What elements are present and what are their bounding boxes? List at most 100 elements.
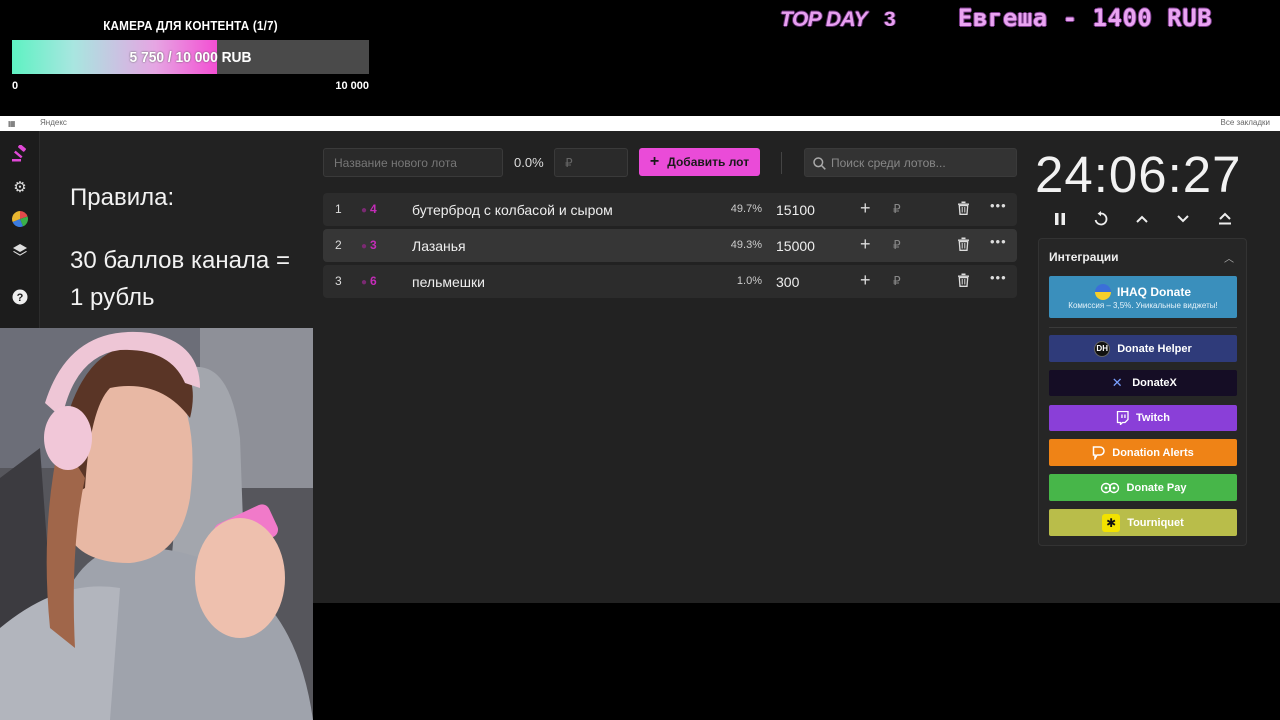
plus-icon: + <box>649 153 660 170</box>
integrations-title: Интеграции <box>1049 250 1119 264</box>
votes-icon: ● <box>361 241 368 252</box>
goal-title: КАМЕРА ДЛЯ КОНТЕНТА (1/7) <box>103 18 278 33</box>
lot-currency[interactable]: ₽ <box>893 274 901 288</box>
goal-max: 10 000 <box>335 80 369 92</box>
lot-currency[interactable]: ₽ <box>893 202 901 216</box>
lot-votes: ● 3 <box>361 238 377 252</box>
auction-timer: 24:06:27 <box>1035 146 1242 203</box>
help-icon[interactable]: ? <box>8 285 32 309</box>
webcam-video <box>0 328 313 720</box>
chevron-up-icon[interactable] <box>1132 209 1152 229</box>
lot-votes: ● 4 <box>361 202 377 216</box>
reset-icon[interactable] <box>1091 209 1111 229</box>
add-lot-button[interactable]: + Добавить лот <box>639 148 760 176</box>
lot-votes: ● 6 <box>361 274 377 288</box>
top-day-rank: 3 <box>884 8 896 31</box>
goal-progress-bar: 5 750 / 10 000 RUB <box>12 40 369 74</box>
twitch-icon <box>1116 411 1129 425</box>
lot-number: 2 <box>335 238 342 252</box>
all-bookmarks[interactable]: Все закладки <box>1221 118 1270 127</box>
ihaq-subtitle: Комиссия – 3,5%. Уникальные виджеты! <box>1068 301 1218 310</box>
rules-title: Правила: <box>70 184 175 211</box>
lot-number: 3 <box>335 274 342 288</box>
donate-helper-icon: DH <box>1094 340 1111 357</box>
lot-sum[interactable]: 300 <box>776 274 799 290</box>
tourniquet-label: Tourniquet <box>1127 516 1184 529</box>
layers-icon[interactable] <box>8 239 32 263</box>
lot-share: 49.3% <box>730 239 762 251</box>
votes-icon: ● <box>361 205 368 216</box>
trash-icon[interactable] <box>957 273 970 290</box>
integrations-panel: Интеграции ︿ IHAQ Donate Комиссия – 3,5%… <box>1038 238 1247 546</box>
donation-alerts-button[interactable]: Donation Alerts <box>1049 439 1237 466</box>
more-icon[interactable]: ••• <box>990 234 1007 249</box>
lot-currency[interactable]: ₽ <box>893 238 901 252</box>
collapse-caret-icon[interactable]: ︿ <box>1224 250 1234 265</box>
ihaq-label: IHAQ Donate <box>1116 285 1191 299</box>
donate-pay-label: Donate Pay <box>1126 481 1187 494</box>
auction-gavel-icon[interactable] <box>8 142 32 166</box>
apps-icon[interactable]: ▦ <box>8 119 16 128</box>
donatex-label: DonateX <box>1132 377 1177 389</box>
donation-goal-widget: КАМЕРА ДЛЯ КОНТЕНТА (1/7) 5 750 / 10 000… <box>12 18 369 92</box>
top-donor: Евгеша - 1400 RUB <box>958 4 1213 32</box>
lot-name[interactable]: пельмешки <box>412 274 485 290</box>
double-up-icon[interactable] <box>1215 209 1235 229</box>
integrations-divider <box>1049 327 1237 328</box>
chevron-down-icon[interactable] <box>1173 209 1193 229</box>
rules-text: Правила: 30 баллов канала = 1 рубль <box>70 179 290 316</box>
lot-search[interactable] <box>804 148 1017 177</box>
donatex-x-icon: ✕ <box>1111 375 1123 390</box>
rules-line-1: 30 баллов канала = <box>70 247 290 274</box>
lot-share: 49.7% <box>730 203 762 215</box>
tourniquet-button[interactable]: ✱ Tourniquet <box>1049 509 1237 536</box>
donate-helper-label: Donate Helper <box>1117 342 1192 355</box>
new-lot-percent: 0.0% <box>514 155 544 170</box>
donate-helper-button[interactable]: DH Donate Helper <box>1049 335 1237 362</box>
lot-number: 1 <box>335 202 342 216</box>
lot-add-amount-button[interactable]: + <box>860 234 871 255</box>
lot-list: 1 ● 4 бутерброд с колбасой и сыром 49.7% … <box>323 193 1017 301</box>
rules-line-2: 1 рубль <box>70 284 155 311</box>
search-icon <box>813 157 826 170</box>
votes-icon: ● <box>361 277 368 288</box>
lot-row: 2 ● 3 Лазанья 49.3% 15000 + ₽ ••• <box>323 229 1017 262</box>
lot-row: 3 ● 6 пельмешки 1.0% 300 + ₽ ••• <box>323 265 1017 298</box>
lot-toolbar: 0.0% + Добавить лот <box>323 148 1018 177</box>
pause-icon[interactable] <box>1050 209 1070 229</box>
wheel-chart-icon[interactable] <box>8 207 32 231</box>
lot-name[interactable]: Лазанья <box>412 238 466 254</box>
trash-icon[interactable] <box>957 237 970 254</box>
donatex-button[interactable]: ✕ DonateX <box>1049 370 1237 396</box>
donation-alerts-icon <box>1093 445 1105 460</box>
lot-add-amount-button[interactable]: + <box>860 270 871 291</box>
add-lot-label: Добавить лот <box>667 155 750 169</box>
svg-text:?: ? <box>17 292 24 304</box>
toolbar-divider <box>781 152 782 174</box>
lot-sum[interactable]: 15100 <box>776 202 815 218</box>
new-lot-amount-input[interactable] <box>554 148 628 177</box>
trash-icon[interactable] <box>957 201 970 218</box>
twitch-label: Twitch <box>1135 412 1170 424</box>
more-icon[interactable]: ••• <box>990 270 1007 285</box>
goal-min: 0 <box>12 80 19 92</box>
donate-pay-icon <box>1100 482 1119 493</box>
lot-share: 1.0% <box>736 275 762 287</box>
lot-name[interactable]: бутерброд с колбасой и сыром <box>412 202 613 218</box>
gear-icon[interactable]: ⚙ <box>8 175 32 199</box>
lot-add-amount-button[interactable]: + <box>860 198 871 219</box>
more-icon[interactable]: ••• <box>990 198 1007 213</box>
ihaq-logo-icon <box>1094 284 1111 300</box>
lot-row: 1 ● 4 бутерброд с колбасой и сыром 49.7% … <box>323 193 1017 226</box>
browser-bookmarks-bar: ▦ Яндекс Все закладки <box>0 116 1280 131</box>
goal-amount: 5 750 / 10 000 RUB <box>129 49 252 66</box>
new-lot-name-input[interactable] <box>323 148 503 177</box>
ihaq-donate-button[interactable]: IHAQ Donate Комиссия – 3,5%. Уникальные … <box>1049 276 1237 318</box>
search-input[interactable] <box>831 149 1011 176</box>
twitch-button[interactable]: Twitch <box>1049 405 1237 431</box>
donate-pay-button[interactable]: Donate Pay <box>1049 474 1237 501</box>
lot-sum[interactable]: 15000 <box>776 238 815 254</box>
tourniquet-icon: ✱ <box>1102 513 1121 532</box>
bookmark-yandex[interactable]: Яндекс <box>40 118 67 127</box>
donation-alerts-label: Donation Alerts <box>1112 446 1194 459</box>
